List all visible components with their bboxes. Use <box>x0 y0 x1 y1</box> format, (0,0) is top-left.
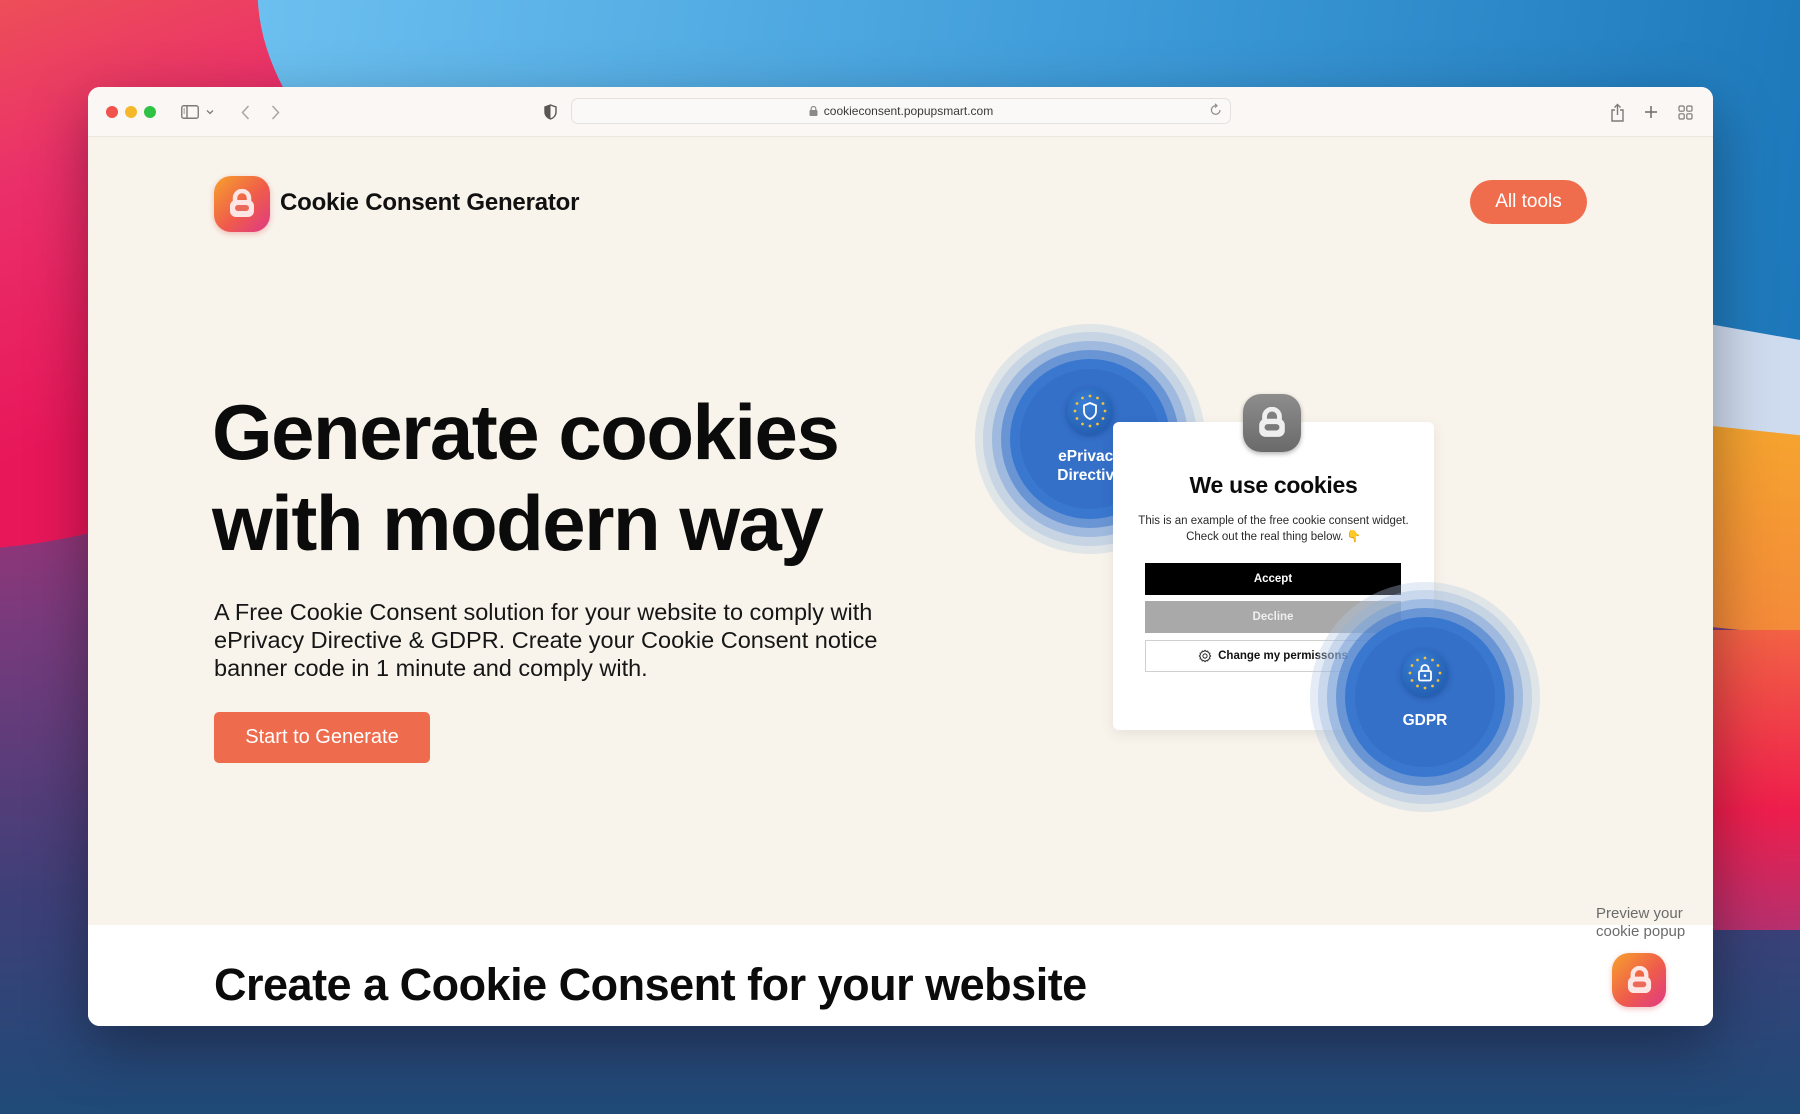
address-bar[interactable]: cookieconsent.popupsmart.com <box>571 98 1231 124</box>
all-tools-button[interactable]: All tools <box>1470 180 1587 224</box>
popup-lock-icon <box>1243 394 1301 452</box>
grid-icon[interactable] <box>1677 100 1693 124</box>
browser-toolbar: cookieconsent.popupsmart.com <box>88 87 1713 137</box>
preview-text-line: Preview your <box>1596 905 1683 922</box>
lock-icon <box>809 106 818 116</box>
url-text: cookieconsent.popupsmart.com <box>823 104 994 118</box>
badge-ring <box>1355 627 1495 767</box>
preview-popup-text: Preview your cookie popup <box>1596 905 1685 941</box>
plus-icon[interactable] <box>1643 100 1659 124</box>
gdpr-badge: GDPR <box>1310 582 1540 812</box>
create-section: Create a Cookie Consent for your website <box>88 925 1713 1026</box>
maximize-window-button[interactable] <box>144 106 156 118</box>
shield-half-icon[interactable] <box>542 100 558 124</box>
hero-description: A Free Cookie Consent solution for your … <box>214 599 878 681</box>
close-window-button[interactable] <box>106 106 118 118</box>
minimize-window-button[interactable] <box>125 106 137 118</box>
web-page: Cookie Consent Generator All tools Gener… <box>88 137 1713 1026</box>
lock-logo-icon <box>230 189 254 217</box>
brand-logo[interactable] <box>214 176 270 232</box>
popup-text: This is an example of the free cookie co… <box>1138 515 1409 543</box>
gdpr-label: GDPR <box>1402 712 1448 729</box>
browser-window: cookieconsent.popupsmart.com Cookie Cons… <box>88 87 1713 1026</box>
lock-icon <box>1402 650 1448 696</box>
chevron-left-icon[interactable] <box>238 100 252 124</box>
section-title: Create a Cookie Consent for your website <box>214 959 1087 1010</box>
accept-button[interactable]: Accept <box>1145 563 1401 595</box>
shield-icon <box>1067 388 1113 434</box>
lock-logo-icon <box>1627 965 1651 993</box>
hero-title-line: Generate cookies <box>212 388 840 476</box>
brand-title: Cookie Consent Generator <box>280 189 580 216</box>
chevron-right-icon[interactable] <box>268 100 282 124</box>
share-icon[interactable] <box>1608 100 1626 124</box>
gear-icon <box>1198 649 1212 663</box>
preview-popup-button[interactable] <box>1612 953 1666 1007</box>
reload-icon[interactable] <box>1210 103 1222 119</box>
hero-title-line: with modern way <box>212 479 824 567</box>
preview-text-line: cookie popup <box>1596 923 1686 940</box>
popup-title: We use cookies <box>1189 472 1358 498</box>
hero-title: Generate cookies with modern way <box>212 387 840 569</box>
start-to-generate-button[interactable]: Start to Generate <box>214 712 430 763</box>
sidebar-icon[interactable] <box>179 100 201 124</box>
chevron-down-icon[interactable] <box>204 100 216 124</box>
